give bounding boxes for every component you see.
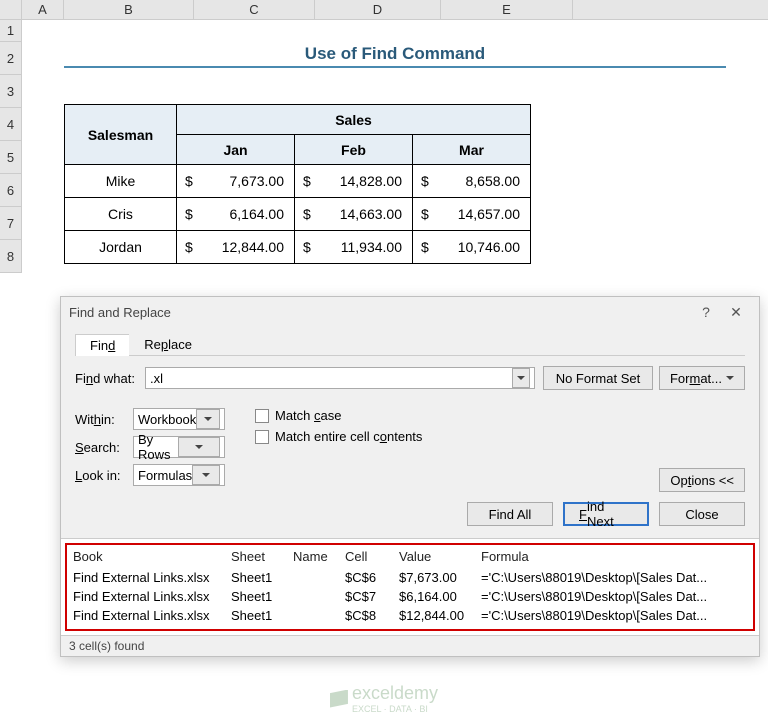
row-header-8[interactable]: 8 <box>0 240 22 273</box>
search-select[interactable]: By Rows <box>133 436 225 458</box>
salesman-name: Mike <box>65 165 177 198</box>
match-entire-label: Match entire cell contents <box>275 429 422 444</box>
logo-icon <box>330 690 348 708</box>
find-what-label: Find what: <box>75 371 145 386</box>
dialog-titlebar[interactable]: Find and Replace ? ✕ <box>61 297 759 327</box>
results-area: Book Sheet Name Cell Value Formula Find … <box>61 538 759 656</box>
row-header-1[interactable]: 1 <box>0 20 22 42</box>
col-header-e[interactable]: E <box>441 0 573 19</box>
row-headers: 1 2 3 4 5 6 7 8 <box>0 20 22 273</box>
lookin-select[interactable]: Formulas <box>133 464 225 486</box>
row-header-2[interactable]: 2 <box>0 42 22 75</box>
results-header: Book Sheet Name Cell Value Formula <box>73 549 747 568</box>
match-case-checkbox[interactable] <box>255 409 269 423</box>
row-header-6[interactable]: 6 <box>0 174 22 207</box>
row-header-4[interactable]: 4 <box>0 108 22 141</box>
header-sales: Sales <box>177 105 531 135</box>
col-header-c[interactable]: C <box>194 0 315 19</box>
select-all-corner[interactable] <box>0 0 22 19</box>
match-entire-checkbox[interactable] <box>255 430 269 444</box>
status-bar: 3 cell(s) found <box>61 635 759 656</box>
find-next-button[interactable]: Find Next <box>563 502 649 526</box>
column-headers: A B C D E <box>0 0 768 20</box>
within-select[interactable]: Workbook <box>133 408 225 430</box>
row-header-3[interactable]: 3 <box>0 75 22 108</box>
dialog-tabs: Find Replace <box>75 333 745 356</box>
help-icon[interactable]: ? <box>691 304 721 320</box>
sales-table: Salesman Sales Jan Feb Mar Mike $7,673.0… <box>64 104 531 264</box>
no-format-set-button[interactable]: No Format Set <box>543 366 653 390</box>
page-title: Use of Find Command <box>64 42 726 68</box>
within-label: Within: <box>75 412 133 427</box>
search-label: Search: <box>75 440 133 455</box>
table-row[interactable]: Jordan $12,844.00 $11,934.00 $10,746.00 <box>65 231 531 264</box>
lookin-label: Look in: <box>75 468 133 483</box>
find-replace-dialog: Find and Replace ? ✕ Find Replace Find w… <box>60 296 760 657</box>
tab-replace[interactable]: Replace <box>129 333 207 355</box>
chevron-down-icon[interactable] <box>192 465 220 485</box>
header-mar: Mar <box>413 135 531 165</box>
salesman-name: Jordan <box>65 231 177 264</box>
dialog-title: Find and Replace <box>69 305 691 320</box>
format-button[interactable]: Format... <box>659 366 745 390</box>
chevron-down-icon[interactable] <box>178 437 220 457</box>
col-header-a[interactable]: A <box>22 0 64 19</box>
header-salesman: Salesman <box>65 105 177 165</box>
row-header-5[interactable]: 5 <box>0 141 22 174</box>
col-header-b[interactable]: B <box>64 0 194 19</box>
results-row[interactable]: Find External Links.xlsx Sheet1 $C$7 $6,… <box>73 587 747 606</box>
table-row[interactable]: Mike $7,673.00 $14,828.00 $8,658.00 <box>65 165 531 198</box>
close-button[interactable]: Close <box>659 502 745 526</box>
header-jan: Jan <box>177 135 295 165</box>
chevron-down-icon[interactable] <box>196 409 220 429</box>
salesman-name: Cris <box>65 198 177 231</box>
row-header-7[interactable]: 7 <box>0 207 22 240</box>
tab-find[interactable]: Find <box>75 334 130 356</box>
spreadsheet-grid: A B C D E 1 2 3 4 5 6 7 8 Use of Find Co… <box>0 0 768 20</box>
col-header-d[interactable]: D <box>315 0 441 19</box>
find-what-input[interactable] <box>145 367 535 389</box>
header-feb: Feb <box>295 135 413 165</box>
find-all-button[interactable]: Find All <box>467 502 553 526</box>
watermark: exceldemy EXCEL · DATA · BI <box>330 683 438 714</box>
table-row[interactable]: Cris $6,164.00 $14,663.00 $14,657.00 <box>65 198 531 231</box>
close-icon[interactable]: ✕ <box>721 304 751 321</box>
options-button[interactable]: Options << <box>659 468 745 492</box>
chevron-down-icon[interactable] <box>512 368 530 388</box>
results-row[interactable]: Find External Links.xlsx Sheet1 $C$8 $12… <box>73 606 747 625</box>
results-row[interactable]: Find External Links.xlsx Sheet1 $C$6 $7,… <box>73 568 747 587</box>
match-case-label: Match case <box>275 408 341 423</box>
